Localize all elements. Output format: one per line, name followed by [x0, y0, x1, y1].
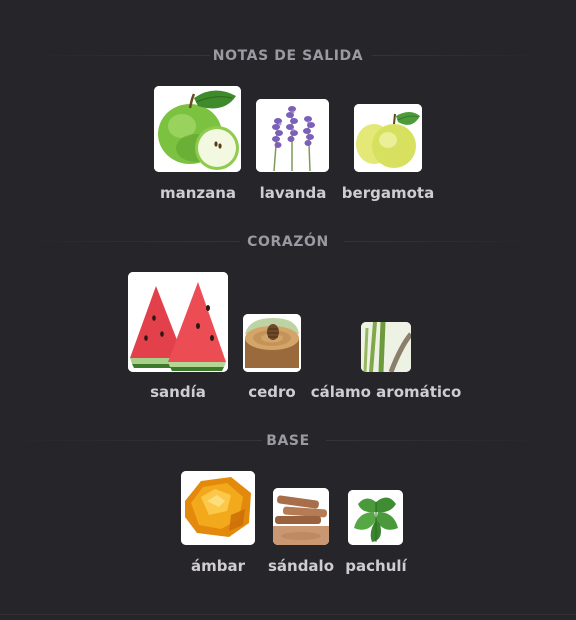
note-label-sandalo: sándalo [267, 557, 335, 575]
divider-right [326, 440, 556, 441]
sandalwood-icon[interactable] [273, 488, 329, 545]
bottom-divider [0, 614, 576, 615]
note-label-cedro: cedro [248, 383, 296, 401]
bergamot-icon[interactable] [354, 104, 422, 172]
note-label-bergamota: bergamota [341, 184, 435, 202]
cedar-icon[interactable] [243, 314, 301, 372]
divider-right [372, 55, 548, 56]
note-label-calamo-aromatico: cálamo aromático [310, 383, 462, 401]
section-title: NOTAS DE SALIDA [212, 48, 364, 64]
section-title: BASE [266, 433, 310, 449]
divider-right [344, 241, 544, 242]
section-header-top-notes: NOTAS DE SALIDA [0, 46, 576, 66]
note-label-pachuli: pachulí [345, 557, 407, 575]
calamus-icon[interactable] [361, 322, 411, 372]
section-title: CORAZÓN [247, 234, 329, 250]
green-apple-icon[interactable] [154, 86, 241, 172]
note-label-sandia: sandía [150, 383, 206, 401]
section-header-base-notes: BASE [0, 431, 576, 451]
note-label-ambar: ámbar [190, 557, 245, 575]
note-label-lavanda: lavanda [259, 184, 327, 202]
note-label-manzana: manzana [159, 184, 237, 202]
amber-icon[interactable] [181, 471, 255, 545]
section-header-heart-notes: CORAZÓN [0, 232, 576, 252]
patchouli-icon[interactable] [348, 490, 403, 545]
lavender-icon[interactable] [256, 99, 329, 172]
watermelon-icon[interactable] [128, 272, 228, 372]
